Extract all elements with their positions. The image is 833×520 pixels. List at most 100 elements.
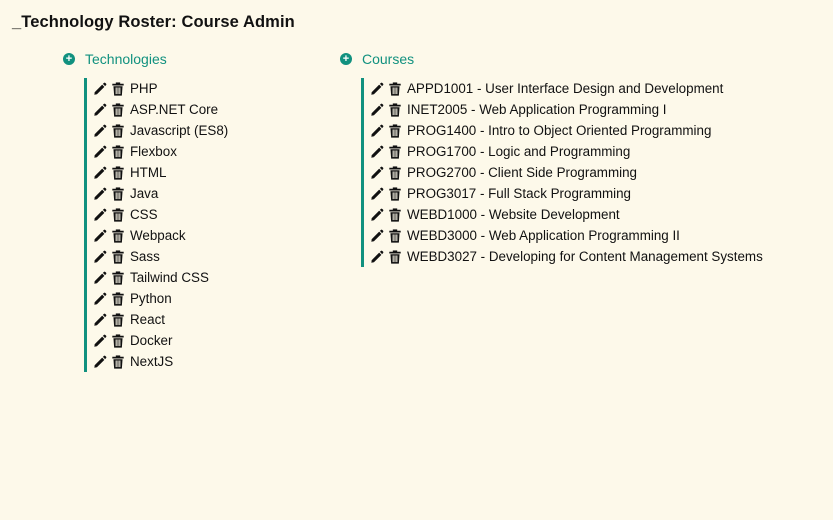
technology-label: Flexbox (130, 144, 177, 159)
pencil-icon[interactable] (93, 334, 107, 348)
course-list-item: PROG1400 - Intro to Object Oriented Prog… (370, 120, 763, 141)
technology-list-item: Tailwind CSS (93, 267, 228, 288)
pencil-icon[interactable] (370, 124, 384, 138)
pencil-icon[interactable] (93, 145, 107, 159)
course-label: PROG2700 - Client Side Programming (407, 165, 637, 180)
pencil-icon[interactable] (93, 166, 107, 180)
technology-list-item: Python (93, 288, 228, 309)
trash-icon[interactable] (388, 144, 402, 159)
technology-label: Docker (130, 333, 173, 348)
trash-icon[interactable] (388, 123, 402, 138)
course-list-item: PROG2700 - Client Side Programming (370, 162, 763, 183)
trash-icon[interactable] (111, 333, 125, 348)
trash-icon[interactable] (388, 165, 402, 180)
technology-list-item: React (93, 309, 228, 330)
trash-icon[interactable] (388, 81, 402, 96)
plus-circle-icon[interactable]: + (340, 53, 352, 65)
pencil-icon[interactable] (370, 250, 384, 264)
technology-list-item: Webpack (93, 225, 228, 246)
course-label: WEBD1000 - Website Development (407, 207, 620, 222)
course-list-item: INET2005 - Web Application Programming I (370, 99, 763, 120)
pencil-icon[interactable] (370, 82, 384, 96)
course-label: PROG1700 - Logic and Programming (407, 144, 631, 159)
technology-list-item: CSS (93, 204, 228, 225)
plus-circle-icon[interactable]: + (63, 53, 75, 65)
trash-icon[interactable] (111, 186, 125, 201)
pencil-icon[interactable] (93, 82, 107, 96)
trash-icon[interactable] (111, 123, 125, 138)
trash-icon[interactable] (111, 165, 125, 180)
trash-icon[interactable] (111, 354, 125, 369)
technology-list-item: HTML (93, 162, 228, 183)
technology-list-item: Javascript (ES8) (93, 120, 228, 141)
add-technology-button[interactable]: + Technologies (63, 50, 228, 68)
trash-icon[interactable] (111, 291, 125, 306)
pencil-icon[interactable] (93, 208, 107, 222)
technology-label: ASP.NET Core (130, 102, 219, 117)
pencil-icon[interactable] (370, 187, 384, 201)
course-label: PROG1400 - Intro to Object Oriented Prog… (407, 123, 712, 138)
course-list-item: WEBD1000 - Website Development (370, 204, 763, 225)
course-label: PROG3017 - Full Stack Programming (407, 186, 631, 201)
courses-list: APPD1001 - User Interface Design and Dev… (361, 78, 763, 267)
trash-icon[interactable] (111, 270, 125, 285)
technology-label: Sass (130, 249, 160, 264)
technology-label: Javascript (ES8) (130, 123, 229, 138)
pencil-icon[interactable] (93, 229, 107, 243)
pencil-icon[interactable] (93, 313, 107, 327)
courses-section: + Courses APPD1001 - User Interface Desi… (340, 50, 763, 283)
technologies-section: + Technologies PHP ASP.NET Core Javascript… (63, 50, 228, 388)
trash-icon[interactable] (111, 228, 125, 243)
page-title: _Technology Roster: Course Admin (12, 13, 295, 31)
technologies-list: PHP ASP.NET Core Javascript (ES8) Flexbox HT… (84, 78, 228, 372)
pencil-icon[interactable] (93, 271, 107, 285)
courses-header-label: Courses (362, 51, 415, 67)
technologies-header-label: Technologies (85, 51, 167, 67)
course-list-item: APPD1001 - User Interface Design and Dev… (370, 78, 763, 99)
trash-icon[interactable] (111, 249, 125, 264)
course-label: INET2005 - Web Application Programming I (407, 102, 667, 117)
technology-label: PHP (130, 81, 158, 96)
pencil-icon[interactable] (93, 124, 107, 138)
pencil-icon[interactable] (93, 292, 107, 306)
technology-label: Java (130, 186, 159, 201)
course-list-item: WEBD3000 - Web Application Programming I… (370, 225, 763, 246)
technology-label: React (130, 312, 165, 327)
technology-list-item: Docker (93, 330, 228, 351)
course-label: APPD1001 - User Interface Design and Dev… (407, 81, 724, 96)
pencil-icon[interactable] (93, 250, 107, 264)
technology-label: Webpack (130, 228, 186, 243)
trash-icon[interactable] (388, 207, 402, 222)
trash-icon[interactable] (111, 81, 125, 96)
trash-icon[interactable] (388, 102, 402, 117)
pencil-icon[interactable] (370, 229, 384, 243)
course-list-item: WEBD3027 - Developing for Content Manage… (370, 246, 763, 267)
course-list-item: PROG1700 - Logic and Programming (370, 141, 763, 162)
technology-list-item: PHP (93, 78, 228, 99)
course-label: WEBD3027 - Developing for Content Manage… (407, 249, 763, 264)
pencil-icon[interactable] (93, 355, 107, 369)
course-label: WEBD3000 - Web Application Programming I… (407, 228, 680, 243)
trash-icon[interactable] (388, 228, 402, 243)
technology-list-item: Sass (93, 246, 228, 267)
trash-icon[interactable] (388, 186, 402, 201)
technology-label: CSS (130, 207, 158, 222)
technology-label: Python (130, 291, 172, 306)
technology-list-item: ASP.NET Core (93, 99, 228, 120)
course-list-item: PROG3017 - Full Stack Programming (370, 183, 763, 204)
trash-icon[interactable] (111, 312, 125, 327)
trash-icon[interactable] (111, 102, 125, 117)
pencil-icon[interactable] (370, 166, 384, 180)
pencil-icon[interactable] (370, 208, 384, 222)
technology-list-item: NextJS (93, 351, 228, 372)
trash-icon[interactable] (111, 207, 125, 222)
technology-list-item: Flexbox (93, 141, 228, 162)
pencil-icon[interactable] (93, 103, 107, 117)
pencil-icon[interactable] (370, 103, 384, 117)
technology-label: NextJS (130, 354, 174, 369)
pencil-icon[interactable] (93, 187, 107, 201)
add-course-button[interactable]: + Courses (340, 50, 763, 68)
pencil-icon[interactable] (370, 145, 384, 159)
trash-icon[interactable] (388, 249, 402, 264)
trash-icon[interactable] (111, 144, 125, 159)
